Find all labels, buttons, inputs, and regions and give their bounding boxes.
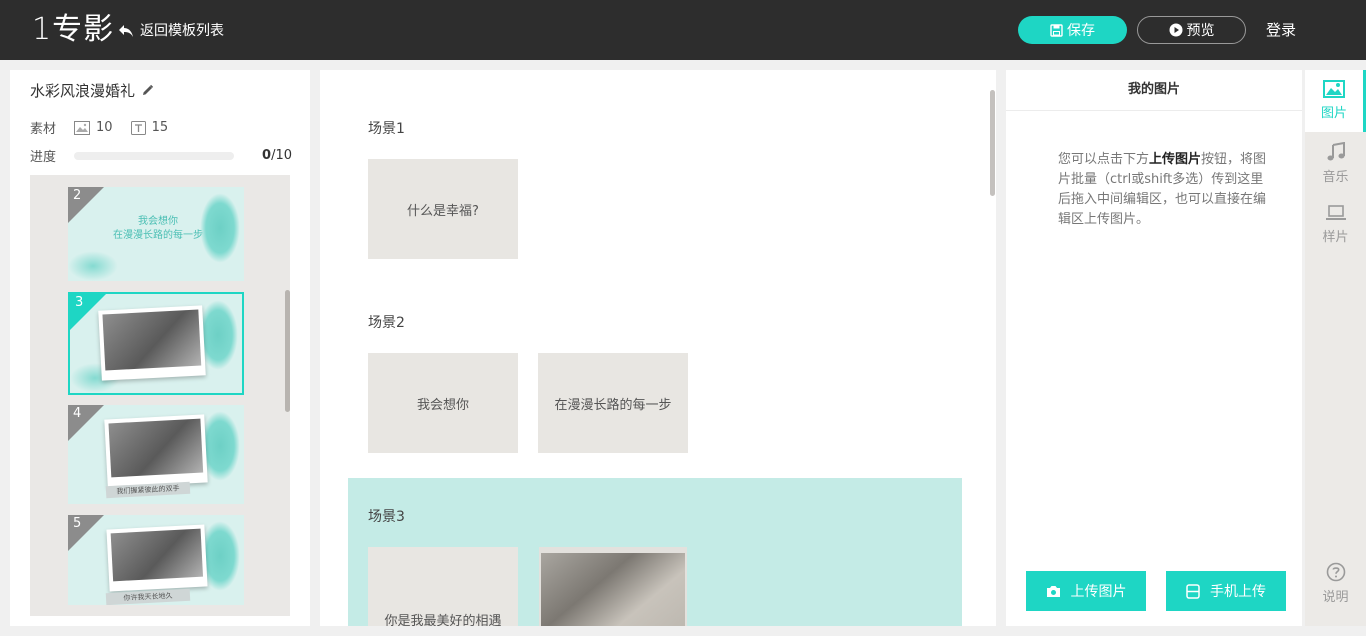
- help-text-bold: 上传图片: [1149, 152, 1202, 167]
- thumbnail-number: 2: [73, 188, 82, 203]
- login-link[interactable]: 登录: [1266, 19, 1296, 41]
- camera-icon: [1046, 585, 1060, 597]
- project-title-text: 水彩风浪漫婚礼: [30, 82, 136, 100]
- project-panel: 水彩风浪漫婚礼 素材 10 15 进度 0/10 2 我会想你 在漫漫长路的每一…: [10, 70, 310, 626]
- music-note-icon: [1327, 142, 1345, 161]
- text-icon: [130, 120, 146, 135]
- scene-thumbnail-4[interactable]: 我们握紧彼此的双手 4: [68, 405, 244, 504]
- top-bar: 1专影 返回模板列表 保存 预览 登录: [0, 0, 1366, 60]
- text-count-stat: 15: [130, 120, 169, 135]
- tab-music[interactable]: 音乐: [1305, 132, 1366, 194]
- save-button[interactable]: 保存: [1018, 16, 1127, 44]
- thumbnail-scrollbar[interactable]: [285, 290, 290, 412]
- couple-photo: [108, 418, 204, 478]
- photo-frame: [104, 414, 208, 488]
- image-icon: [74, 120, 91, 135]
- mobile-upload-button[interactable]: 手机上传: [1166, 571, 1286, 611]
- thumbnail-caption-line: 我会想你: [138, 216, 178, 227]
- save-button-label: 保存: [1067, 22, 1095, 38]
- scene-3-text-slot[interactable]: 你是我最美好的相遇: [368, 547, 518, 626]
- laptop-icon: [1325, 205, 1346, 220]
- pencil-icon[interactable]: [141, 84, 154, 97]
- thumbnail-number: 4: [73, 406, 82, 421]
- scene-thumbnail-3[interactable]: 3: [68, 292, 244, 395]
- help-tab-label: 说明: [1322, 590, 1349, 605]
- scene-thumbnail-5[interactable]: 你许我天长地久 5: [68, 515, 244, 605]
- couple-photo: [102, 309, 202, 371]
- tab-music-label: 音乐: [1322, 170, 1349, 185]
- image-count-stat: 10: [74, 120, 113, 135]
- back-arrow-icon: [119, 25, 133, 37]
- material-stats: 素材 10 15: [30, 118, 168, 137]
- back-to-templates-link[interactable]: 返回模板列表: [118, 20, 224, 42]
- help-text-prefix: 您可以点击下方: [1058, 152, 1150, 167]
- upload-image-button[interactable]: 上传图片: [1026, 571, 1146, 611]
- photo-frame: [98, 305, 206, 381]
- picture-icon: [1323, 80, 1345, 98]
- tab-sample[interactable]: 样片: [1305, 194, 1366, 256]
- scene-1-label: 场景1: [368, 121, 405, 137]
- upload-help-text: 您可以点击下方上传图片按钮，将图片批量（ctrl或shift多选）传到这里后拖入…: [1058, 150, 1268, 230]
- material-label: 素材: [30, 122, 57, 137]
- my-images-title: 我的图片: [1006, 70, 1302, 111]
- scene-2-label: 场景2: [368, 315, 405, 331]
- couple-photo: [110, 528, 204, 582]
- asset-tab-strip: 图片 音乐 样片 说明: [1305, 70, 1366, 626]
- scene-1-text-slot[interactable]: 什么是幸福?: [368, 159, 518, 259]
- couple-photo: [541, 553, 685, 626]
- progress-label: 进度: [30, 150, 57, 165]
- preview-button-label: 预览: [1186, 22, 1215, 38]
- scene-3-photo-slot[interactable]: [539, 547, 687, 626]
- my-images-panel: 我的图片 您可以点击下方上传图片按钮，将图片批量（ctrl或shift多选）传到…: [1006, 70, 1302, 626]
- scene-3-label: 场景3: [368, 509, 405, 525]
- scene-thumbnail-2[interactable]: 2 我会想你 在漫漫长路的每一步: [68, 187, 244, 281]
- progress-done: 0: [262, 148, 272, 163]
- progress-count: 0/10: [262, 148, 292, 163]
- scene-2-text-slot[interactable]: 我会想你: [368, 353, 518, 453]
- play-circle-icon: [1169, 23, 1182, 37]
- scene-thumbnail-list[interactable]: 2 我会想你 在漫漫长路的每一步 3 我们握紧彼此的双手 4 你许我天长地久 5: [30, 175, 290, 616]
- watercolor-leaf: [68, 251, 118, 281]
- mobile-upload-label: 手机上传: [1210, 583, 1266, 599]
- thumbnail-caption: 我会想你 在漫漫长路的每一步: [98, 215, 218, 243]
- scene-editor: 场景1 什么是幸福? 场景2 我会想你 在漫漫长路的每一步 场景3 你是我最美好…: [320, 70, 996, 626]
- tab-sample-label: 样片: [1322, 230, 1349, 245]
- help-tab[interactable]: 说明: [1305, 562, 1366, 605]
- upload-image-label: 上传图片: [1070, 583, 1127, 599]
- tab-images-label: 图片: [1320, 106, 1347, 121]
- preview-button[interactable]: 预览: [1137, 16, 1246, 44]
- thumbnail-number: 5: [73, 516, 82, 531]
- progress-total: /10: [271, 148, 292, 163]
- scene-2-text-slot[interactable]: 在漫漫长路的每一步: [538, 353, 688, 453]
- floppy-icon: [1050, 23, 1063, 37]
- tab-images[interactable]: 图片: [1305, 70, 1366, 132]
- thumbnail-caption-line: 在漫漫长路的每一步: [113, 230, 203, 241]
- image-count: 10: [96, 120, 113, 135]
- text-count: 15: [151, 120, 169, 135]
- progress-row: 进度 0/10: [30, 146, 292, 165]
- progress-bar: [74, 151, 235, 160]
- photo-frame: [106, 524, 208, 592]
- project-title: 水彩风浪漫婚礼: [30, 80, 154, 101]
- thumbnail-ribbon-text: 你许我天长地久: [105, 588, 191, 605]
- back-link-label: 返回模板列表: [140, 23, 224, 39]
- thumbnail-number: 3: [75, 295, 84, 310]
- phone-icon: [1186, 583, 1200, 599]
- app-logo[interactable]: 1专影: [32, 12, 114, 48]
- question-circle-icon: [1326, 562, 1345, 582]
- editor-scrollbar[interactable]: [990, 90, 995, 196]
